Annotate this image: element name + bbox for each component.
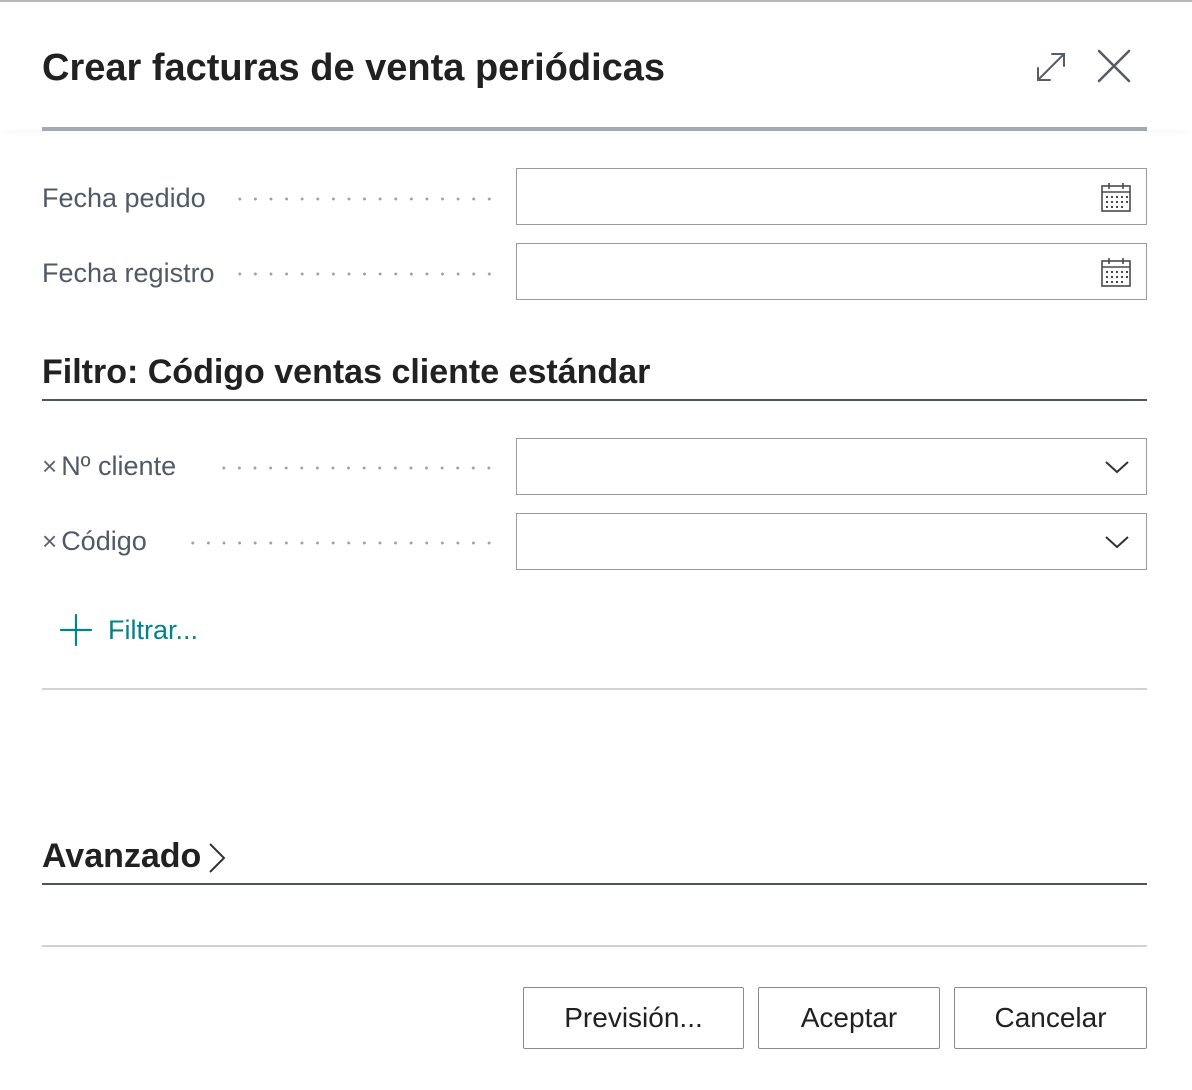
ok-button[interactable]: Aceptar: [758, 987, 940, 1049]
plus-icon: [59, 613, 93, 647]
chevron-right-icon[interactable]: [207, 841, 227, 875]
advanced-section-toggle[interactable]: Avanzado: [42, 835, 201, 877]
dialog-title: Crear facturas de venta periódicas: [42, 47, 666, 89]
filter-section-title: Filtro: Código ventas cliente estándar: [42, 353, 651, 391]
n-cliente-filter-input[interactable]: [516, 438, 1147, 495]
add-filter-label: Filtrar...: [108, 614, 199, 645]
cancel-button[interactable]: Cancelar: [954, 987, 1147, 1049]
report-request-dialog: Crear facturas de venta periódicas Fecha…: [0, 0, 1192, 1090]
header-divider: [42, 127, 1147, 131]
field-label-fecha-pedido: Fecha pedido: [42, 183, 206, 213]
remove-filter-icon[interactable]: ×: [42, 526, 57, 556]
filter-field-label-text: Nº cliente: [61, 451, 177, 481]
expand-arrows-icon[interactable]: [1034, 50, 1068, 84]
advanced-section-divider: [42, 883, 1147, 885]
filter-field-label-n-cliente: × Nº cliente: [42, 449, 176, 483]
filter-field-label-codigo: × Código: [42, 524, 147, 558]
label-leader-dots: [232, 272, 496, 276]
preview-button[interactable]: Previsión...: [523, 987, 744, 1049]
label-leader-dots: [216, 466, 496, 470]
calendar-icon[interactable]: [1100, 181, 1132, 213]
calendar-icon[interactable]: [1100, 256, 1132, 288]
label-leader-dots: [185, 541, 496, 545]
filter-end-divider: [42, 688, 1147, 690]
dialog-header: Crear facturas de venta periódicas: [0, 2, 1192, 130]
fecha-registro-input[interactable]: [516, 243, 1147, 300]
field-label-fecha-registro: Fecha registro: [42, 258, 215, 288]
advanced-section-title: Avanzado: [42, 837, 202, 875]
filter-field-label-text: Código: [61, 526, 147, 556]
fecha-pedido-input[interactable]: [516, 168, 1147, 225]
chevron-down-icon[interactable]: [1104, 534, 1130, 550]
filter-section-divider: [42, 399, 1147, 401]
close-icon[interactable]: [1096, 48, 1132, 84]
label-leader-dots: [232, 197, 496, 201]
remove-filter-icon[interactable]: ×: [42, 451, 57, 481]
codigo-filter-input[interactable]: [516, 513, 1147, 570]
chevron-down-icon[interactable]: [1104, 459, 1130, 475]
footer-divider: [42, 945, 1147, 947]
add-filter-button[interactable]: Filtrar...: [58, 612, 198, 648]
